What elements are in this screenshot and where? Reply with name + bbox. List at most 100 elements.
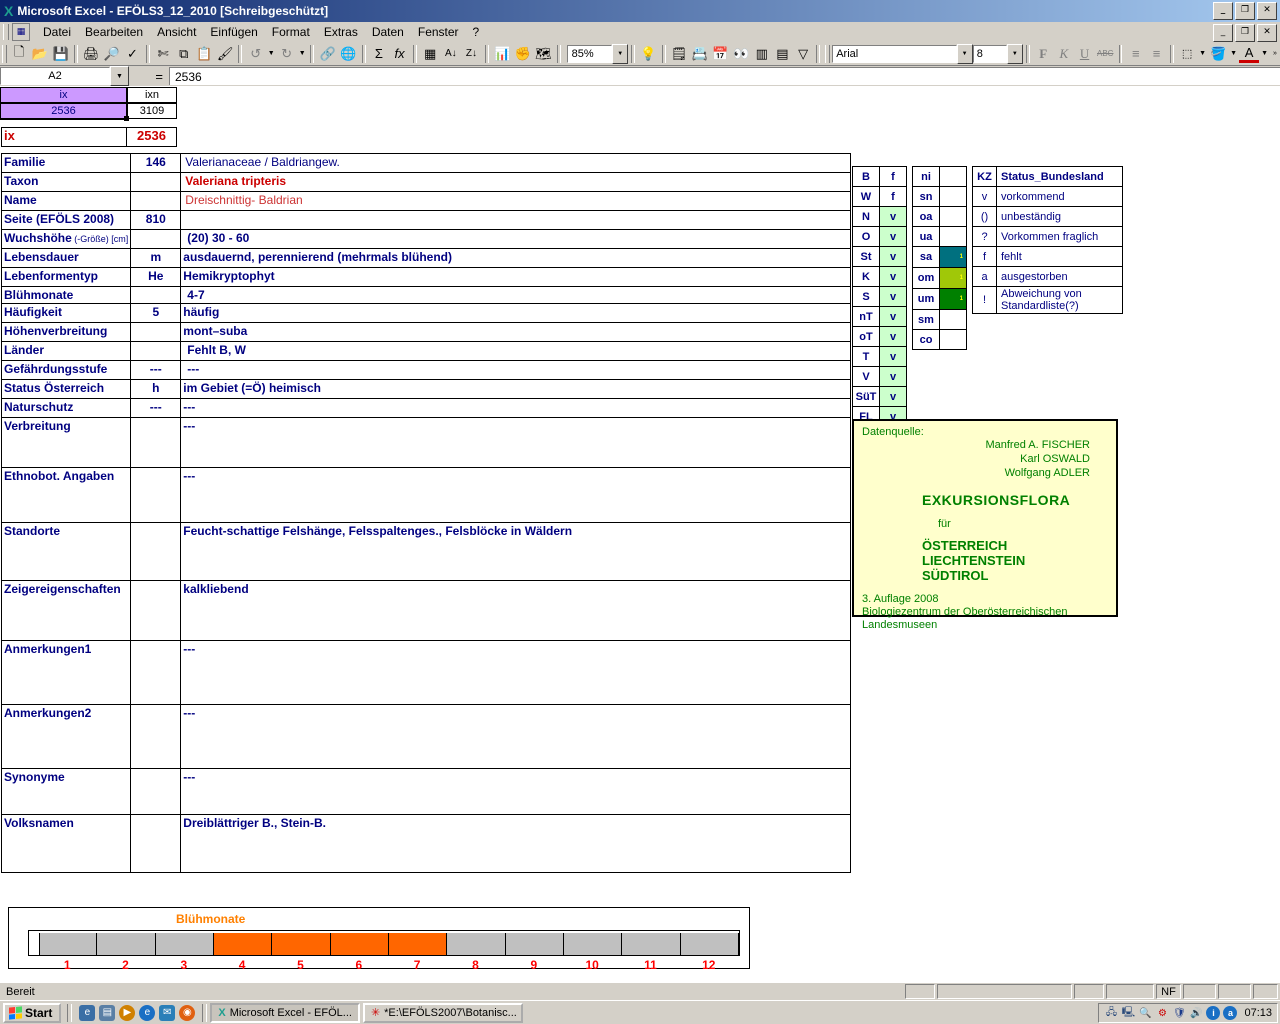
redo-icon[interactable]: ↻ bbox=[276, 43, 297, 64]
document-restore-button[interactable]: ❐ bbox=[1235, 24, 1255, 42]
row-label-cell[interactable]: Verbreitung bbox=[0, 417, 132, 468]
row-value-cell[interactable]: mont–suba bbox=[180, 322, 852, 342]
font-color-icon[interactable]: A bbox=[1238, 44, 1260, 63]
row-value-cell[interactable]: Valeriana tripteris bbox=[180, 172, 852, 192]
row-value-cell[interactable]: Dreischnittig- Baldrian bbox=[180, 191, 852, 211]
bold-button[interactable]: F bbox=[1033, 43, 1054, 64]
row-value-cell[interactable]: ausdauernd, perennierend (mehrmals blühe… bbox=[180, 248, 852, 268]
legend-status-label[interactable]: Vorkommen fraglich bbox=[996, 226, 1123, 247]
legend-hoehe-code[interactable]: um bbox=[912, 288, 940, 310]
row-code-cell[interactable] bbox=[130, 417, 182, 468]
row-code-cell[interactable] bbox=[130, 467, 182, 523]
ie-update-icon[interactable]: e bbox=[79, 1004, 96, 1021]
restore-button[interactable]: ❐ bbox=[1235, 2, 1255, 20]
legend-land-code[interactable]: B bbox=[852, 166, 880, 187]
row-label-cell[interactable]: Seite (EFÖLS 2008) bbox=[0, 210, 132, 230]
menu-datei[interactable]: Datei bbox=[36, 23, 78, 41]
sort-descending-icon[interactable]: Z↓ bbox=[461, 43, 482, 64]
grid-split-icon[interactable]: ▥ bbox=[751, 43, 772, 64]
legend-status-kz[interactable]: () bbox=[972, 206, 997, 227]
row-code-cell[interactable] bbox=[130, 704, 182, 769]
copy-icon[interactable]: ⧉ bbox=[173, 43, 194, 64]
legend-land-status[interactable]: v bbox=[879, 266, 907, 287]
row-label-cell[interactable]: Gefährdungsstufe bbox=[0, 360, 132, 380]
row-value-cell[interactable]: --- bbox=[180, 467, 852, 523]
antivirus-icon[interactable]: ⚙ bbox=[1155, 1006, 1169, 1020]
legend-status-label[interactable]: Abweichung von Standardliste(?) bbox=[996, 286, 1123, 314]
row-label-cell[interactable]: Volksnamen bbox=[0, 814, 132, 873]
legend-land-status[interactable]: f bbox=[879, 166, 907, 187]
paste-clipboard-icon[interactable]: 📋 bbox=[194, 43, 215, 64]
row-code-cell[interactable]: 810 bbox=[130, 210, 182, 230]
fill-color-icon[interactable]: 🪣 bbox=[1208, 43, 1229, 64]
row-label-cell[interactable]: Anmerkungen1 bbox=[0, 640, 132, 705]
start-button[interactable]: Start bbox=[3, 1002, 62, 1023]
row-label-cell[interactable]: Häufigkeit bbox=[0, 303, 132, 323]
row-label-cell[interactable]: Taxon bbox=[0, 172, 132, 192]
quick-launch-bar[interactable]: e ▤ ▶ e ✉ ◉ bbox=[75, 1004, 199, 1021]
row-label-cell[interactable]: Wuchshöhe (-Größe) [cm] bbox=[0, 229, 132, 249]
row-code-cell[interactable] bbox=[130, 191, 182, 211]
drawing-hand-icon[interactable]: ✊ bbox=[512, 43, 533, 64]
cell-ix-header[interactable]: ix bbox=[0, 87, 127, 103]
network-disconnected-icon[interactable]: 🖳 bbox=[1121, 1006, 1135, 1020]
legend-land-status[interactable]: v bbox=[879, 306, 907, 327]
row-label-cell[interactable]: Synonyme bbox=[0, 768, 132, 815]
row-value-cell[interactable]: häufig bbox=[180, 303, 852, 323]
menu-einfuegen[interactable]: Einfügen bbox=[203, 23, 264, 41]
row-code-cell[interactable] bbox=[130, 322, 182, 342]
legend-hoehe-swatch[interactable] bbox=[939, 226, 967, 247]
legend-hoehe-code[interactable]: ua bbox=[912, 226, 940, 247]
ix-summary-label[interactable]: ix bbox=[1, 127, 127, 147]
row-label-cell[interactable]: Höhenverbreitung bbox=[0, 322, 132, 342]
menu-bearbeiten[interactable]: Bearbeiten bbox=[78, 23, 150, 41]
row-code-cell[interactable]: 146 bbox=[130, 153, 182, 173]
row-value-cell[interactable]: --- bbox=[180, 417, 852, 468]
row-code-cell[interactable] bbox=[130, 172, 182, 192]
row-code-cell[interactable] bbox=[130, 522, 182, 581]
toolbar-drag-grip[interactable] bbox=[2, 44, 7, 63]
borders-dropdown-icon[interactable]: ▼ bbox=[1197, 43, 1207, 64]
row-label-cell[interactable]: Zeigereigenschaften bbox=[0, 580, 132, 641]
workbook-icon[interactable]: ▦ bbox=[12, 22, 30, 41]
legend-land-status[interactable]: v bbox=[879, 326, 907, 347]
row-value-cell[interactable]: --- bbox=[180, 398, 852, 418]
legend-status-label[interactable]: unbeständig bbox=[996, 206, 1123, 227]
legend-hoehe-code[interactable]: sa bbox=[912, 246, 940, 268]
legend-hoehe-swatch[interactable] bbox=[939, 186, 967, 207]
font-name-dropdown-icon[interactable]: ▼ bbox=[956, 43, 973, 64]
row-label-cell[interactable]: Anmerkungen2 bbox=[0, 704, 132, 769]
row-code-cell[interactable]: h bbox=[130, 379, 182, 399]
document-close-button[interactable]: ✕ bbox=[1257, 24, 1277, 42]
strikethrough-button[interactable]: ABC bbox=[1095, 43, 1116, 64]
formula-input[interactable]: 2536 bbox=[169, 67, 1280, 85]
menu-ansicht[interactable]: Ansicht bbox=[150, 23, 203, 41]
row-label-cell[interactable]: Lebensdauer bbox=[0, 248, 132, 268]
open-folder-icon[interactable]: 📂 bbox=[30, 43, 51, 64]
zoom-dropdown-icon[interactable]: ▼ bbox=[612, 43, 629, 64]
cell-ix-value-selected[interactable]: 2536 bbox=[0, 102, 128, 120]
media-player-icon[interactable]: ▶ bbox=[119, 1004, 136, 1021]
row-code-cell[interactable] bbox=[130, 580, 182, 641]
legend-land-status[interactable]: f bbox=[879, 186, 907, 207]
font-size-dropdown-icon[interactable]: ▼ bbox=[1006, 43, 1023, 64]
taskbar-clock[interactable]: 07:13 bbox=[1240, 1007, 1272, 1019]
legend-hoehe-swatch[interactable] bbox=[939, 206, 967, 227]
row-value-cell[interactable]: Dreiblättriger B., Stein-B. bbox=[180, 814, 852, 873]
italic-button[interactable]: K bbox=[1054, 43, 1075, 64]
fill-color-dropdown-icon[interactable]: ▼ bbox=[1228, 43, 1238, 64]
row-code-cell[interactable]: --- bbox=[130, 398, 182, 418]
legend-hoehe-code[interactable]: sm bbox=[912, 309, 940, 330]
date-picker-icon[interactable]: 📅 bbox=[710, 43, 731, 64]
legend-status-kz[interactable]: a bbox=[972, 266, 997, 287]
formula-equals-icon[interactable]: = bbox=[129, 69, 169, 84]
menu-extras[interactable]: Extras bbox=[317, 23, 365, 41]
row-label-cell[interactable]: Name bbox=[0, 191, 132, 211]
row-value-cell[interactable]: Hemikryptophyt bbox=[180, 267, 852, 287]
cut-scissors-icon[interactable]: ✄ bbox=[153, 43, 174, 64]
formatting-toolbar-grip[interactable] bbox=[825, 44, 831, 63]
row-label-cell[interactable]: Standorte bbox=[0, 522, 132, 581]
map-icon[interactable]: 🗺 bbox=[533, 43, 554, 64]
legend-hoehe-swatch[interactable]: 1 bbox=[939, 267, 967, 289]
legend-hoehe-code[interactable]: ni bbox=[912, 166, 940, 187]
